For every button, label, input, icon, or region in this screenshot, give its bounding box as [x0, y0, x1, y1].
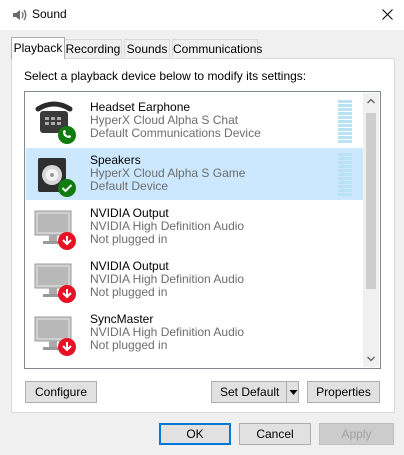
cancel-label: Cancel [256, 427, 294, 441]
device-description: NVIDIA High Definition Audio [90, 325, 245, 339]
close-button[interactable] [370, 0, 404, 30]
device-name: NVIDIA Output [90, 206, 169, 220]
device-item[interactable]: NVIDIA Output NVIDIA High Definition Aud… [26, 254, 363, 306]
properties-button[interactable]: Properties [307, 381, 380, 403]
tab-label: Communications [173, 42, 263, 56]
tab-label: Recording [65, 42, 121, 56]
scroll-up-button[interactable] [363, 93, 379, 109]
apply-button[interactable]: Apply [319, 423, 394, 445]
tab-communications[interactable]: Communications [172, 39, 262, 57]
properties-label: Properties [316, 385, 371, 399]
title-bar: Sound [0, 0, 404, 30]
configure-button[interactable]: Configure [25, 381, 97, 403]
device-name: Headset Earphone [90, 100, 191, 114]
device-description: NVIDIA High Definition Audio [90, 272, 245, 286]
headset-phone-icon [35, 101, 76, 144]
window-title: Sound [32, 7, 67, 21]
check-badge-icon [58, 179, 76, 197]
device-name: Speakers [90, 153, 141, 167]
monitor-icon [34, 210, 76, 250]
apply-label: Apply [341, 427, 372, 441]
device-description: NVIDIA High Definition Audio [90, 219, 245, 233]
device-status: Not plugged in [90, 285, 168, 299]
device-item[interactable]: Headset Earphone HyperX Cloud Alpha S Ch… [26, 95, 363, 147]
unplugged-badge-icon [58, 232, 76, 250]
device-item[interactable]: SyncMaster NVIDIA High Definition Audio … [26, 307, 363, 359]
set-default-label: Set Default [220, 385, 280, 399]
instruction-text: Select a playback device below to modify… [24, 69, 307, 83]
tab-playback[interactable]: Playback [11, 37, 65, 59]
configure-label: Configure [34, 385, 88, 399]
speaker-icon [38, 158, 76, 197]
device-status: Default Communications Device [90, 126, 261, 140]
phone-badge-icon [58, 126, 76, 144]
tab-label: Sounds [126, 42, 168, 56]
ok-button[interactable]: OK [159, 423, 231, 445]
set-default-button[interactable]: Set Default [211, 381, 299, 403]
unplugged-badge-icon [58, 338, 76, 356]
unplugged-badge-icon [58, 285, 76, 303]
monitor-icon [34, 263, 76, 303]
monitor-icon [34, 316, 76, 356]
tab-recording[interactable]: Recording [64, 39, 122, 57]
chevron-up-icon [367, 98, 375, 104]
volume-level-meter [338, 153, 354, 196]
set-default-dropdown[interactable] [286, 382, 300, 402]
caret-down-icon [289, 390, 298, 395]
device-description: HyperX Cloud Alpha S Game [90, 166, 246, 180]
scroll-down-button[interactable] [363, 351, 379, 367]
tab-sounds[interactable]: Sounds [124, 39, 170, 57]
device-status: Not plugged in [90, 232, 168, 246]
device-status: Not plugged in [90, 338, 168, 352]
tab-label: Playback [13, 41, 63, 55]
scroll-thumb[interactable] [366, 113, 376, 289]
ok-label: OK [186, 427, 204, 441]
device-item[interactable]: NVIDIA Output NVIDIA High Definition Aud… [26, 201, 363, 253]
volume-level-meter [338, 100, 354, 143]
cancel-button[interactable]: Cancel [239, 423, 311, 445]
device-description: HyperX Cloud Alpha S Chat [90, 113, 239, 127]
device-list[interactable]: Headset Earphone HyperX Cloud Alpha S Ch… [24, 91, 381, 369]
speaker-app-icon [13, 9, 27, 21]
device-name: SyncMaster [90, 312, 154, 326]
chevron-down-icon [367, 356, 375, 362]
device-item-selected[interactable]: Speakers HyperX Cloud Alpha S Game Defau… [26, 148, 363, 200]
device-list-scrollbar[interactable] [363, 93, 379, 367]
close-icon [382, 9, 393, 20]
device-status: Default Device [90, 179, 169, 193]
device-name: NVIDIA Output [90, 259, 169, 273]
